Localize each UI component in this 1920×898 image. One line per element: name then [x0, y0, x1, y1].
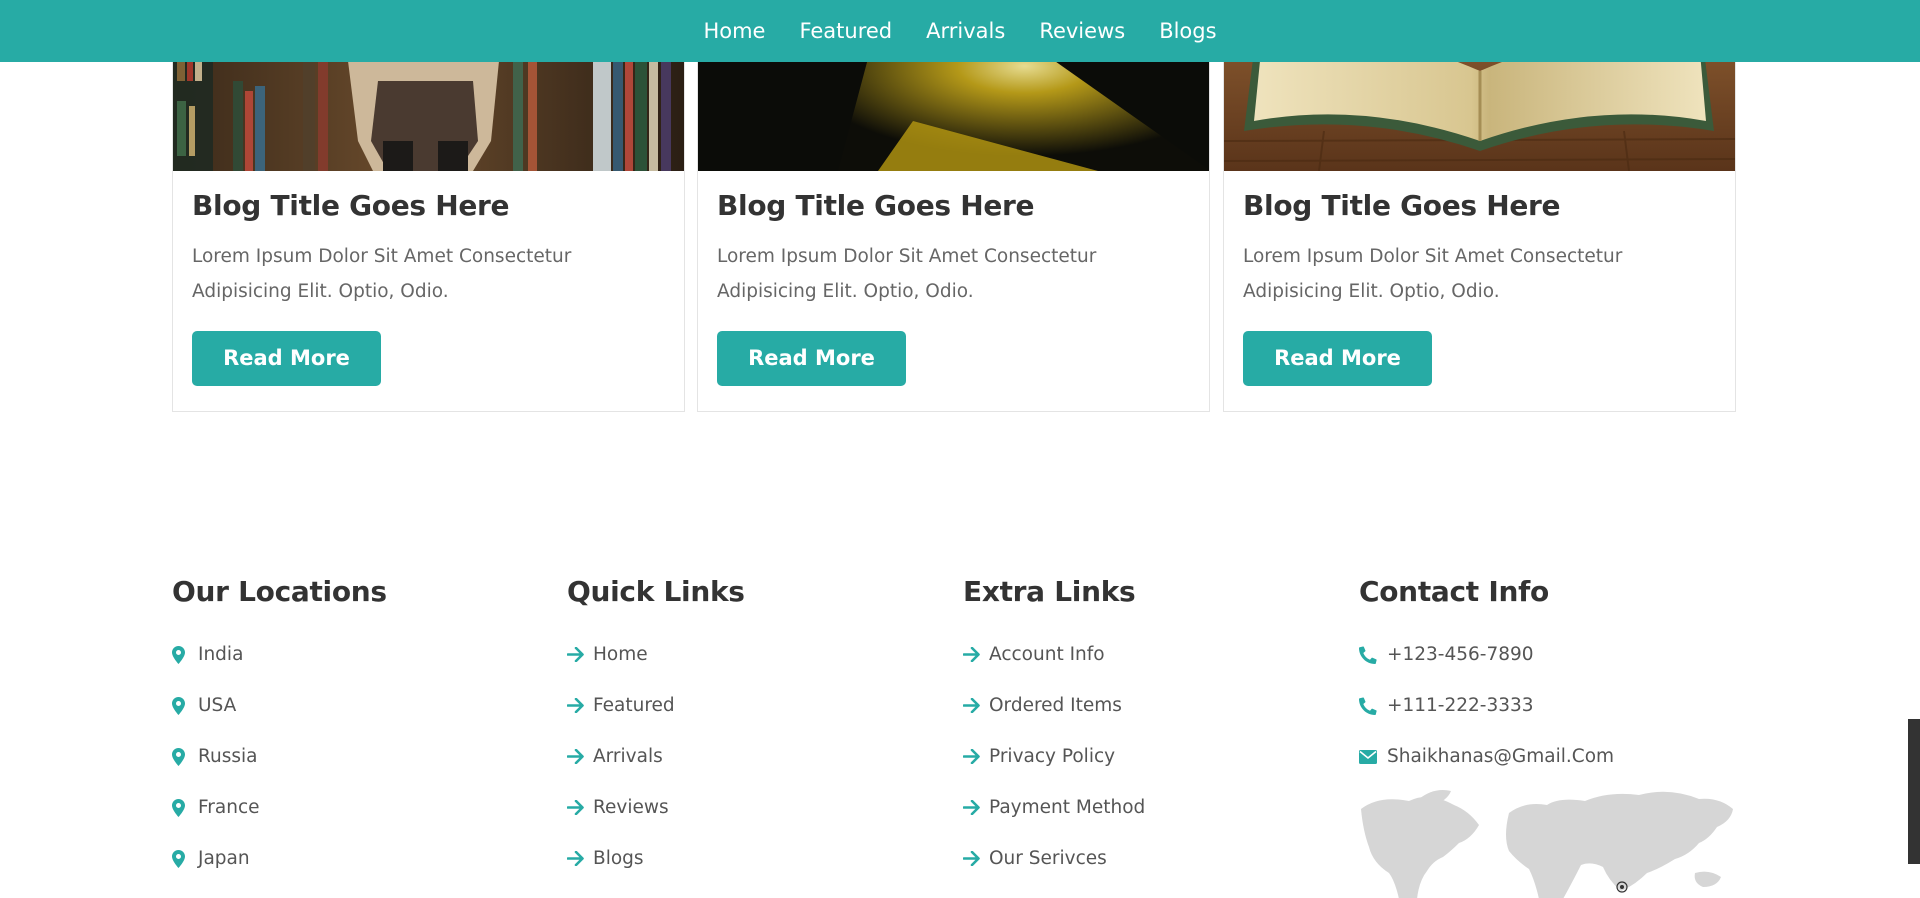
nav-arrivals[interactable]: Arrivals	[926, 19, 1005, 43]
quick-link[interactable]: Reviews	[567, 782, 897, 833]
phone-number: +111-222-3333	[1387, 695, 1534, 716]
arrow-right-icon	[567, 800, 589, 815]
footer-heading: Extra Links	[963, 575, 1136, 608]
quick-link-label: Reviews	[593, 797, 669, 818]
footer-extra-links: Extra Links Account Info Ordered Items P…	[963, 575, 1293, 884]
nav-blogs[interactable]: Blogs	[1159, 19, 1216, 43]
quick-link-label: Arrivals	[593, 746, 663, 767]
map-marker-icon	[172, 849, 194, 868]
footer-heading: Quick Links	[567, 575, 745, 608]
location-label: Japan	[198, 848, 250, 869]
blog-title: Blog Title Goes Here	[717, 189, 1035, 222]
location-label: India	[198, 644, 244, 665]
nav-home[interactable]: Home	[703, 19, 765, 43]
location-item[interactable]: Russia	[172, 731, 502, 782]
footer-locations: Our Locations India USA Russia France Ja…	[172, 575, 502, 884]
location-item[interactable]: France	[172, 782, 502, 833]
blog-card: Blog Title Goes Here Lorem Ipsum Dolor S…	[697, 20, 1210, 412]
quick-link-label: Blogs	[593, 848, 644, 869]
read-more-button[interactable]: Read More	[717, 331, 906, 386]
extra-link[interactable]: Ordered Items	[963, 680, 1293, 731]
footer-contact: Contact Info +123-456-7890 +111-222-3333…	[1359, 575, 1739, 898]
map-marker-icon	[172, 645, 194, 664]
blog-excerpt: Lorem Ipsum Dolor Sit Amet Consectetur A…	[1243, 246, 1623, 302]
contact-phone[interactable]: +111-222-3333	[1359, 680, 1739, 731]
contact-email[interactable]: Shaikhanas@Gmail.Com	[1359, 731, 1739, 782]
footer-heading: Our Locations	[172, 575, 387, 608]
arrow-right-icon	[963, 851, 985, 866]
arrow-right-icon	[963, 698, 985, 713]
map-marker-icon	[172, 696, 194, 715]
email-address: Shaikhanas@Gmail.Com	[1387, 746, 1615, 767]
blog-card: Blog Title Goes Here Lorem Ipsum Dolor S…	[1223, 20, 1736, 412]
arrow-right-icon	[963, 800, 985, 815]
extra-link-label: Privacy Policy	[989, 746, 1116, 767]
location-label: France	[198, 797, 260, 818]
blog-card: Blog Title Goes Here Lorem Ipsum Dolor S…	[172, 20, 685, 412]
map-marker-icon	[172, 747, 194, 766]
footer-quick-links: Quick Links Home Featured Arrivals Revie…	[567, 575, 897, 884]
extra-link[interactable]: Privacy Policy	[963, 731, 1293, 782]
location-label: Russia	[198, 746, 258, 767]
extra-link-label: Payment Method	[989, 797, 1146, 818]
phone-icon	[1359, 645, 1385, 664]
location-label: USA	[198, 695, 237, 716]
arrow-right-icon	[567, 647, 589, 662]
footer-heading: Contact Info	[1359, 575, 1549, 608]
read-more-button[interactable]: Read More	[192, 331, 381, 386]
envelope-icon	[1359, 749, 1385, 764]
phone-number: +123-456-7890	[1387, 644, 1534, 665]
nav-reviews[interactable]: Reviews	[1039, 19, 1125, 43]
extra-link-label: Our Serivces	[989, 848, 1107, 869]
arrow-right-icon	[963, 647, 985, 662]
arrow-right-icon	[567, 698, 589, 713]
extra-link[interactable]: Our Serivces	[963, 833, 1293, 884]
nav-featured[interactable]: Featured	[799, 19, 892, 43]
blog-excerpt: Lorem Ipsum Dolor Sit Amet Consectetur A…	[717, 246, 1097, 302]
page-scrollbar-thumb[interactable]	[1908, 719, 1920, 864]
arrow-right-icon	[567, 749, 589, 764]
quick-link-label: Home	[593, 644, 648, 665]
quick-link[interactable]: Blogs	[567, 833, 897, 884]
location-item[interactable]: India	[172, 629, 502, 680]
arrow-right-icon	[567, 851, 589, 866]
location-item[interactable]: USA	[172, 680, 502, 731]
quick-link[interactable]: Featured	[567, 680, 897, 731]
arrow-right-icon	[963, 749, 985, 764]
blog-excerpt: Lorem Ipsum Dolor Sit Amet Consectetur A…	[192, 246, 572, 302]
phone-icon	[1359, 696, 1385, 715]
quick-link[interactable]: Arrivals	[567, 731, 897, 782]
map-marker-icon	[172, 798, 194, 817]
world-map	[1359, 781, 1739, 898]
extra-link-label: Ordered Items	[989, 695, 1122, 716]
blog-title: Blog Title Goes Here	[192, 189, 510, 222]
read-more-button[interactable]: Read More	[1243, 331, 1432, 386]
contact-phone[interactable]: +123-456-7890	[1359, 629, 1739, 680]
quick-link-label: Featured	[593, 695, 675, 716]
top-navbar: Home Featured Arrivals Reviews Blogs	[0, 0, 1920, 62]
quick-link[interactable]: Home	[567, 629, 897, 680]
extra-link-label: Account Info	[989, 644, 1105, 665]
blog-title: Blog Title Goes Here	[1243, 189, 1561, 222]
extra-link[interactable]: Account Info	[963, 629, 1293, 680]
location-item[interactable]: Japan	[172, 833, 502, 884]
extra-link[interactable]: Payment Method	[963, 782, 1293, 833]
